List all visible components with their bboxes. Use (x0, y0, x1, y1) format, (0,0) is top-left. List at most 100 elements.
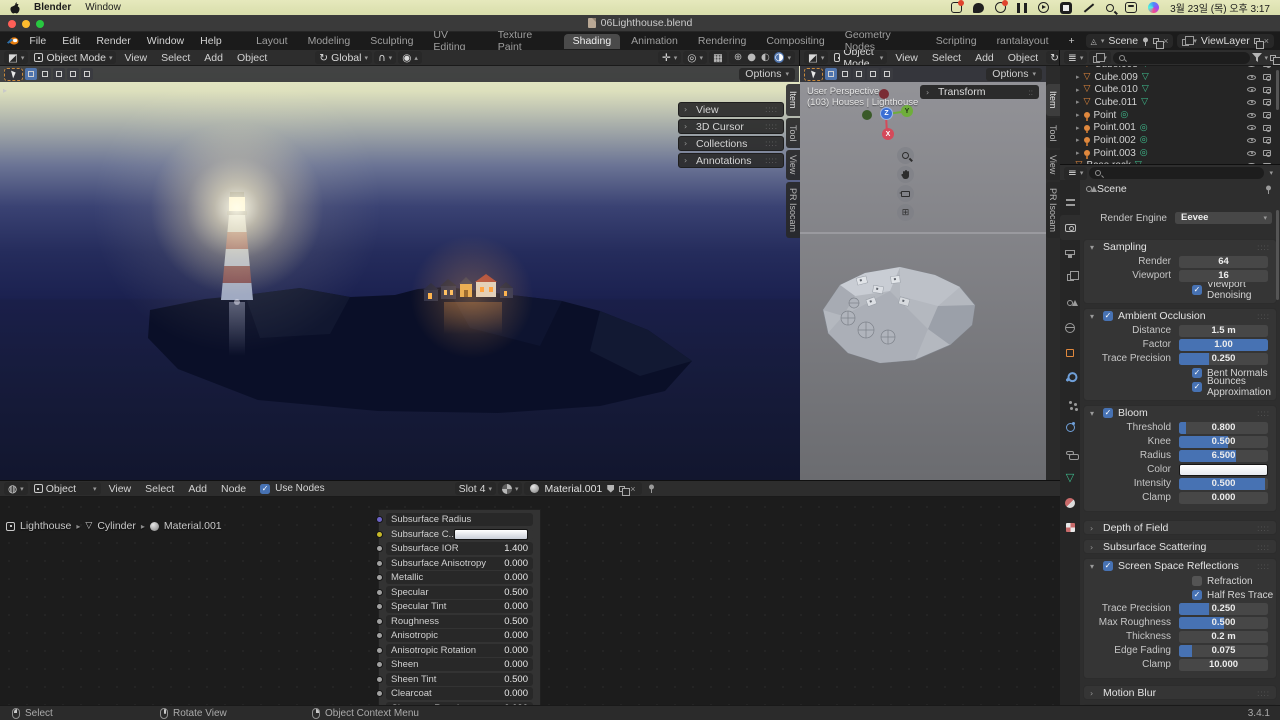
toolbar-expand-chevron[interactable]: ▸ (3, 86, 7, 95)
panel-subsurface-scattering[interactable]: › Subsurface Scattering:::: (1083, 538, 1277, 554)
gizmo-x-axis-ball[interactable]: X (882, 128, 894, 140)
transform-orientation-selector[interactable]: ↻Global (1046, 51, 1059, 64)
outliner-row-point003[interactable]: ▸ Point.003 ◎ (1060, 147, 1277, 160)
workspace-tab-compositing[interactable]: Compositing (757, 34, 833, 49)
hide-in-viewport-icon[interactable] (1247, 125, 1256, 131)
node-input-subsurface-color[interactable]: Subsurface C... (376, 527, 533, 541)
browser-badge-icon[interactable] (995, 0, 1009, 13)
editor-type-button[interactable]: ◩ ▾ (804, 51, 829, 64)
tab-texture[interactable] (1060, 515, 1080, 540)
active-tool-select-box[interactable] (4, 67, 23, 81)
properties-search-input[interactable] (1089, 167, 1265, 179)
node-input-sheen-tint[interactable]: Sheen Tint 0.500 (376, 672, 533, 686)
bloom-knee-slider[interactable]: 0.500 (1179, 435, 1268, 448)
tab-render[interactable] (1060, 215, 1080, 240)
bloom-radius-slider[interactable]: 6.500 (1179, 449, 1268, 462)
shading-material-button[interactable]: ◐ (760, 52, 771, 63)
object-menu[interactable]: Object (1002, 52, 1044, 64)
menubar-app-menu[interactable]: Blender (34, 2, 71, 13)
sidebar-tab-item[interactable]: Item (786, 84, 800, 116)
refraction-checkbox[interactable]: Refraction (1192, 575, 1276, 588)
show-overlays-toggle[interactable]: ◎ ▾ (683, 51, 707, 64)
tab-output[interactable] (1060, 240, 1080, 265)
menu-file[interactable]: File (22, 35, 53, 47)
add-menu[interactable]: Add (198, 52, 229, 64)
gizmo-negative-axis-ball[interactable] (862, 110, 872, 120)
gizmo-z-axis-ball[interactable]: Z (880, 107, 893, 120)
render-engine-dropdown[interactable]: Eevee ▾ (1175, 212, 1272, 225)
sampling-render-field[interactable]: 64 (1179, 255, 1268, 268)
material-slot-dropdown[interactable]: Slot 4 ▾ (454, 482, 496, 495)
use-nodes-checkbox[interactable]: ✓ Use Nodes (260, 483, 325, 494)
sidebar-tab-view[interactable]: View (786, 150, 800, 180)
outliner-row-cube009[interactable]: ▸ ▽ Cube.009 ▽ (1060, 71, 1277, 84)
disable-in-render-icon[interactable] (1263, 162, 1271, 164)
unlink-material-icon[interactable]: × (630, 484, 635, 494)
disable-in-render-icon[interactable] (1263, 66, 1271, 69)
tab-view-layer[interactable] (1060, 265, 1080, 290)
browse-material-dropdown[interactable]: ▾ (497, 482, 523, 495)
vector-socket[interactable] (376, 516, 383, 523)
value-socket[interactable] (376, 632, 383, 639)
disable-in-render-icon[interactable] (1263, 150, 1271, 158)
ssr-trace-precision-slider[interactable]: 0.250 (1179, 602, 1268, 615)
new-collection-button[interactable] (1270, 54, 1280, 65)
xray-toggle[interactable]: ▦ (708, 51, 727, 64)
disable-in-render-icon[interactable] (1263, 74, 1271, 82)
menu-window[interactable]: Window (140, 35, 191, 47)
value-socket[interactable] (376, 646, 383, 654)
node-input-subsurface-ior[interactable]: Subsurface IOR 1.400 (376, 542, 533, 555)
sidebar-panel-annotations[interactable]: › Annotations:::: (678, 153, 784, 168)
show-gizmo-toggle[interactable]: ✛ ▾ (657, 51, 682, 64)
grid-ortho-button[interactable]: ⊞ (897, 204, 914, 221)
close-window-button[interactable] (8, 19, 16, 28)
bloom-clamp-slider[interactable]: 0.000 (1179, 491, 1268, 504)
hide-in-viewport-icon[interactable] (1247, 87, 1256, 93)
ao-trace-precision-slider[interactable]: 0.250 (1179, 352, 1268, 365)
tab-physics[interactable] (1060, 415, 1080, 440)
workspace-tab-modeling[interactable]: Modeling (299, 34, 360, 49)
pin-icon[interactable] (1142, 37, 1149, 46)
stats-icon[interactable] (1017, 2, 1028, 13)
editor-type-button[interactable]: ≡ ▾ (1064, 166, 1088, 180)
add-menu[interactable]: Add (969, 52, 1000, 64)
spotlight-icon[interactable] (1106, 3, 1115, 12)
node-input-subsurface-radius[interactable]: Subsurface Radius (376, 513, 533, 526)
scene-selector[interactable]: ◬ ▾ Scene × (1085, 34, 1174, 49)
shading-rendered-button[interactable]: ◑ (773, 52, 785, 63)
viewport-denoising-checkbox[interactable]: ✓ Viewport Denoising (1192, 279, 1276, 301)
node-input-metallic[interactable]: Metallic 0.000 (376, 571, 533, 584)
sidebar-tab-tool[interactable]: Tool (1046, 118, 1060, 148)
pin-icon[interactable] (648, 484, 655, 493)
panel-sampling-header[interactable]: ▾ Sampling:::: (1084, 240, 1276, 255)
bloom-color-swatch[interactable] (1179, 463, 1268, 476)
value-socket[interactable] (376, 545, 383, 552)
zoom-button[interactable] (897, 147, 914, 164)
sidebar-panel-view[interactable]: › View:::: (678, 102, 784, 117)
node-input-specular[interactable]: Specular 0.500 (376, 585, 533, 599)
new-viewlayer-icon[interactable] (1253, 38, 1265, 49)
messages-icon[interactable] (973, 2, 985, 13)
blender-logo-icon[interactable] (6, 35, 20, 47)
material-name-field[interactable]: Material.001 × (524, 482, 642, 496)
tool-options-button[interactable]: Options ▾ (986, 67, 1042, 81)
hide-in-viewport-icon[interactable] (1247, 74, 1256, 80)
gizmo-y-axis-ball[interactable]: Y (901, 105, 913, 117)
select-mode-subtract[interactable] (853, 68, 865, 80)
sidebar-tab-tool[interactable]: Tool (786, 118, 800, 148)
node-input-clearcoat[interactable]: Clearcoat 0.000 (376, 687, 533, 700)
select-mode-subtract[interactable] (53, 68, 65, 80)
ssr-enable-checkbox[interactable]: ✓ (1103, 561, 1113, 571)
sidebar-tab-pr-isocam[interactable]: PR Isocam (1046, 182, 1060, 238)
color-socket[interactable] (376, 530, 383, 538)
ssr-edge-fading-slider[interactable]: 0.075 (1179, 644, 1268, 657)
solid-scene-rock[interactable]: User Perspective (103) Houses | Lighthou… (800, 66, 1046, 480)
panel-depth-of-field[interactable]: › Depth of Field:::: (1083, 519, 1277, 535)
ssr-max-roughness-slider[interactable]: 0.500 (1179, 616, 1268, 629)
value-socket[interactable] (376, 617, 383, 625)
select-menu[interactable]: Select (139, 483, 180, 495)
tab-material[interactable] (1060, 490, 1080, 515)
ssr-clamp-slider[interactable]: 10.000 (1179, 658, 1268, 671)
proportional-editing-toggle[interactable]: ◉ ▴ (398, 51, 422, 64)
copy-material-icon[interactable] (619, 485, 630, 496)
